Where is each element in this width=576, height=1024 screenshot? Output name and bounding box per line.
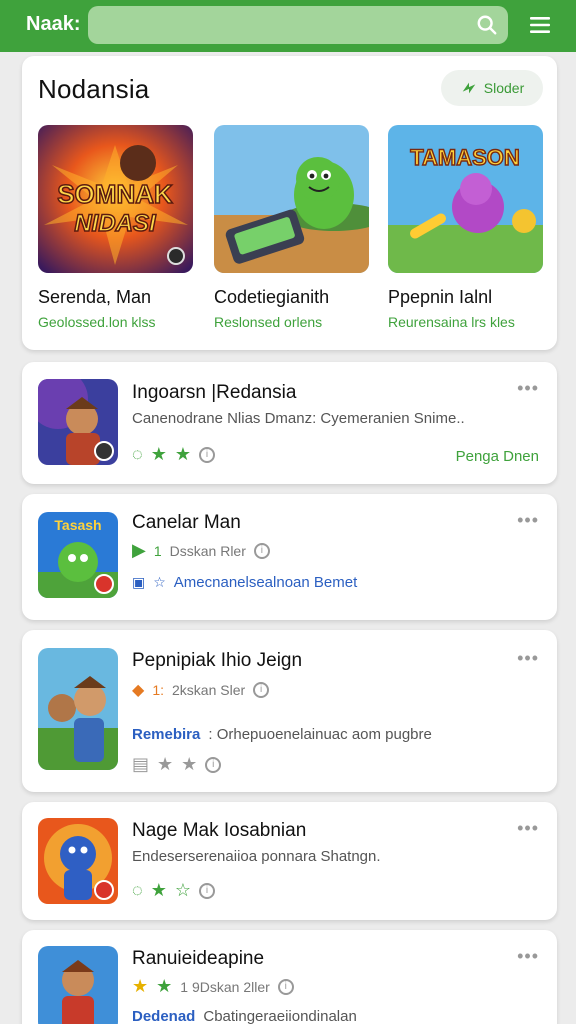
calendar-icon: ▤ [132, 754, 150, 774]
star-icon: ★ [150, 444, 167, 464]
link-row: ▣ ☆ Amecnanelsealnoan Bemet [132, 574, 357, 591]
search-input[interactable] [98, 10, 458, 40]
star-icon: ★ [156, 976, 173, 996]
list-item-thumbnail[interactable] [38, 379, 118, 465]
info-icon[interactable]: i [253, 682, 270, 698]
meta-number: 1: [152, 682, 164, 698]
star-icon: ★ [181, 754, 198, 774]
featured-art[interactable] [214, 125, 369, 273]
item-description: Canenodrane Nlias Dmanz: Cyemeranien Sni… [132, 410, 465, 427]
item-link-label[interactable]: Remebira [132, 726, 200, 743]
info-icon[interactable]: i [198, 446, 215, 463]
badge-icon [94, 574, 114, 594]
chat-icon: ◌ [132, 880, 143, 900]
link-row: Dedenad Cbatingeraeiiondinalan [132, 1008, 357, 1024]
list-item-thumbnail[interactable]: Tasash [38, 512, 118, 598]
meta-row: ▶ 1 Dsskan Rler i [132, 540, 270, 561]
info-icon[interactable]: i [205, 756, 222, 773]
game-art-image [38, 648, 118, 770]
slider-icon [462, 82, 476, 94]
star-icon: ★ [157, 754, 174, 774]
search-bar[interactable] [88, 6, 508, 44]
list-item[interactable]: Pepnipiak Ihio Jeign ◆ 1: 2kskan Sler i … [22, 630, 557, 792]
list-item[interactable]: Ranuieideapine ★ ★ 1 9Dskan 2ller i Dede… [22, 930, 557, 1024]
featured-item-name: Codetiegianith [214, 287, 330, 307]
featured-item-name: Ppepnin Ialnl [388, 287, 493, 307]
more-options-icon[interactable]: ••• [517, 378, 539, 399]
list-item[interactable]: Ingoarsn |Redansia Canenodrane Nlias Dma… [22, 362, 557, 484]
meta-text: 2kskan Sler [172, 682, 246, 698]
badge-icon [94, 441, 114, 461]
featured-art[interactable]: SOMNAK NIDASI [38, 125, 193, 273]
play-icon: ▶ [132, 540, 146, 560]
meta-text: Dsskan Rler [169, 542, 246, 559]
chat-icon: ◌ [132, 444, 143, 464]
featured-item[interactable]: TAMASON Ppepnin Ialnl Reurensaina lrs kl… [388, 125, 544, 330]
flame-icon: ◆ [132, 682, 145, 699]
star-icon: ★ [174, 444, 191, 464]
link-row: Remebira : Orhepuoenelainuac aom pugbre [132, 726, 432, 743]
game-art-image [214, 125, 369, 273]
item-link-text: Cbatingeraeiiondinalan [203, 1008, 357, 1024]
item-title: Ingoarsn |Redansia [132, 382, 297, 403]
featured-item-name: Serenda, Man [38, 287, 152, 307]
app-title: Naak: [26, 13, 81, 35]
list-item-thumbnail[interactable] [38, 818, 118, 904]
list-item-thumbnail[interactable] [38, 946, 118, 1024]
info-icon[interactable]: i [277, 978, 294, 995]
svg-text:TAMASON: TAMASON [410, 145, 520, 170]
more-options-icon[interactable]: ••• [517, 946, 539, 967]
item-link[interactable]: Amecnanelsealnoan Bemet [174, 574, 357, 591]
slider-button[interactable]: Sloder [441, 70, 543, 106]
featured-item[interactable]: Codetiegianith Reslonsed orlens [214, 125, 370, 330]
item-link-text: : Orhepuoenelainuac aom pugbre [208, 726, 432, 743]
game-art-image [38, 946, 118, 1024]
list-item[interactable]: Tasash Canelar Man ▶ 1 Dsskan Rler i ▣ ☆… [22, 494, 557, 620]
more-options-icon[interactable]: ••• [517, 818, 539, 839]
meta-number: 1 [153, 542, 162, 559]
meta-text: 1 9Dskan 2ller [180, 978, 270, 995]
featured-item-subtitle: Reslonsed orlens [214, 314, 323, 330]
more-options-icon[interactable]: ••• [517, 510, 539, 531]
info-icon[interactable]: i [253, 542, 270, 559]
item-description: Endeserserenaiioa ponnara Shatngn. [132, 848, 381, 865]
meta-row: ◆ 1: 2kskan Sler i [132, 680, 270, 700]
calendar-icon: ▣ [132, 574, 146, 590]
star-icon: ★ [132, 976, 149, 996]
item-link-label[interactable]: Dedenad [132, 1008, 195, 1024]
item-title: Nage Mak Iosabnian [132, 820, 307, 841]
rating-row: ▤ ★ ★ i [132, 754, 222, 775]
badge-icon [94, 880, 114, 900]
featured-item[interactable]: SOMNAK NIDASI Serenda, Man Geolossed.lon… [38, 125, 194, 330]
featured-art[interactable]: TAMASON [388, 125, 543, 273]
game-art-image: TAMASON [388, 125, 543, 273]
featured-item-subtitle: Reurensaina lrs kles [388, 314, 515, 330]
featured-section: Nodansia Sloder SOMNAK NIDASI Serenda, M… [22, 56, 557, 350]
star-half-icon: ☆ [174, 880, 191, 900]
more-options-icon[interactable]: ••• [517, 648, 539, 669]
meta-row: ★ ★ 1 9Dskan 2ller i [132, 976, 294, 997]
rating-row: ◌ ★ ☆ i [132, 880, 215, 901]
search-icon[interactable] [476, 14, 498, 36]
verified-badge-icon [167, 247, 185, 265]
item-title: Canelar Man [132, 512, 241, 533]
rating-row: ◌ ★ ★ i [132, 444, 215, 465]
featured-item-subtitle: Geolossed.lon klss [38, 314, 156, 330]
slider-label: Sloder [483, 80, 525, 96]
hamburger-menu-icon[interactable] [528, 13, 552, 37]
svg-text:NIDASI: NIDASI [74, 210, 157, 237]
section-title: Nodansia [38, 74, 150, 104]
item-title: Ranuieideapine [132, 948, 265, 969]
item-title: Pepnipiak Ihio Jeign [132, 650, 303, 671]
info-icon[interactable]: i [198, 882, 215, 899]
list-item-thumbnail[interactable] [38, 648, 118, 770]
svg-text:Tasash: Tasash [54, 517, 101, 533]
list-item[interactable]: Nage Mak Iosabnian Endeserserenaiioa pon… [22, 802, 557, 920]
top-bar: Naak: [0, 0, 576, 52]
star-icon: ★ [150, 880, 167, 900]
play-link[interactable]: Penga Dnen [456, 448, 539, 465]
star-outline-icon: ☆ [153, 574, 166, 590]
svg-text:SOMNAK: SOMNAK [57, 179, 173, 209]
